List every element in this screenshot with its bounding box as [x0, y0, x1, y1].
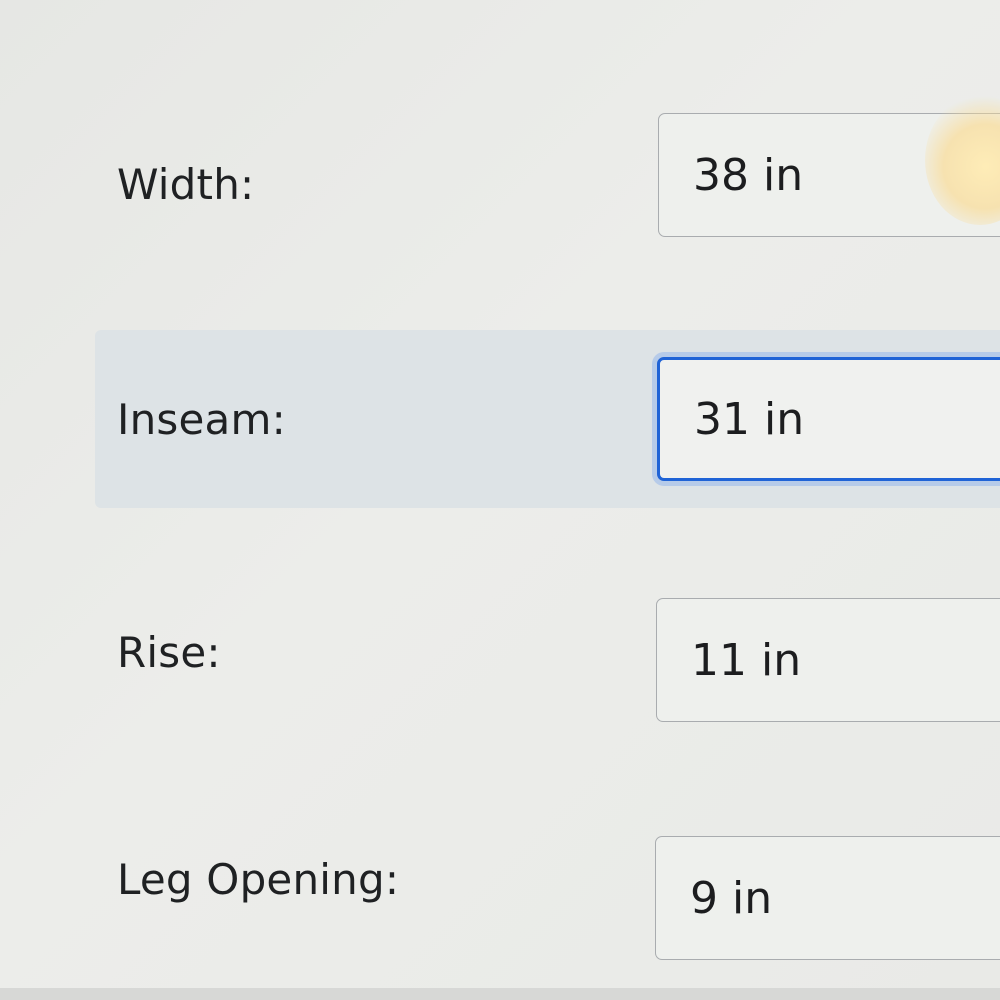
rise-row: Rise: [95, 590, 1000, 750]
leg-opening-row: Leg Opening: [95, 828, 1000, 988]
width-row: Width: [95, 105, 1000, 265]
rise-input[interactable] [656, 598, 1000, 722]
leg-opening-label: Leg Opening: [117, 855, 400, 904]
rise-label: Rise: [117, 628, 221, 677]
inseam-input[interactable] [657, 357, 1000, 481]
inseam-label: Inseam: [117, 395, 286, 444]
screen-bottom-edge [0, 988, 1000, 1000]
inseam-row: Inseam: [95, 330, 1000, 508]
measurements-form: Width: Inseam: Rise: Leg Opening: [0, 0, 1000, 1000]
width-label: Width: [117, 160, 255, 209]
leg-opening-input[interactable] [655, 836, 1000, 960]
